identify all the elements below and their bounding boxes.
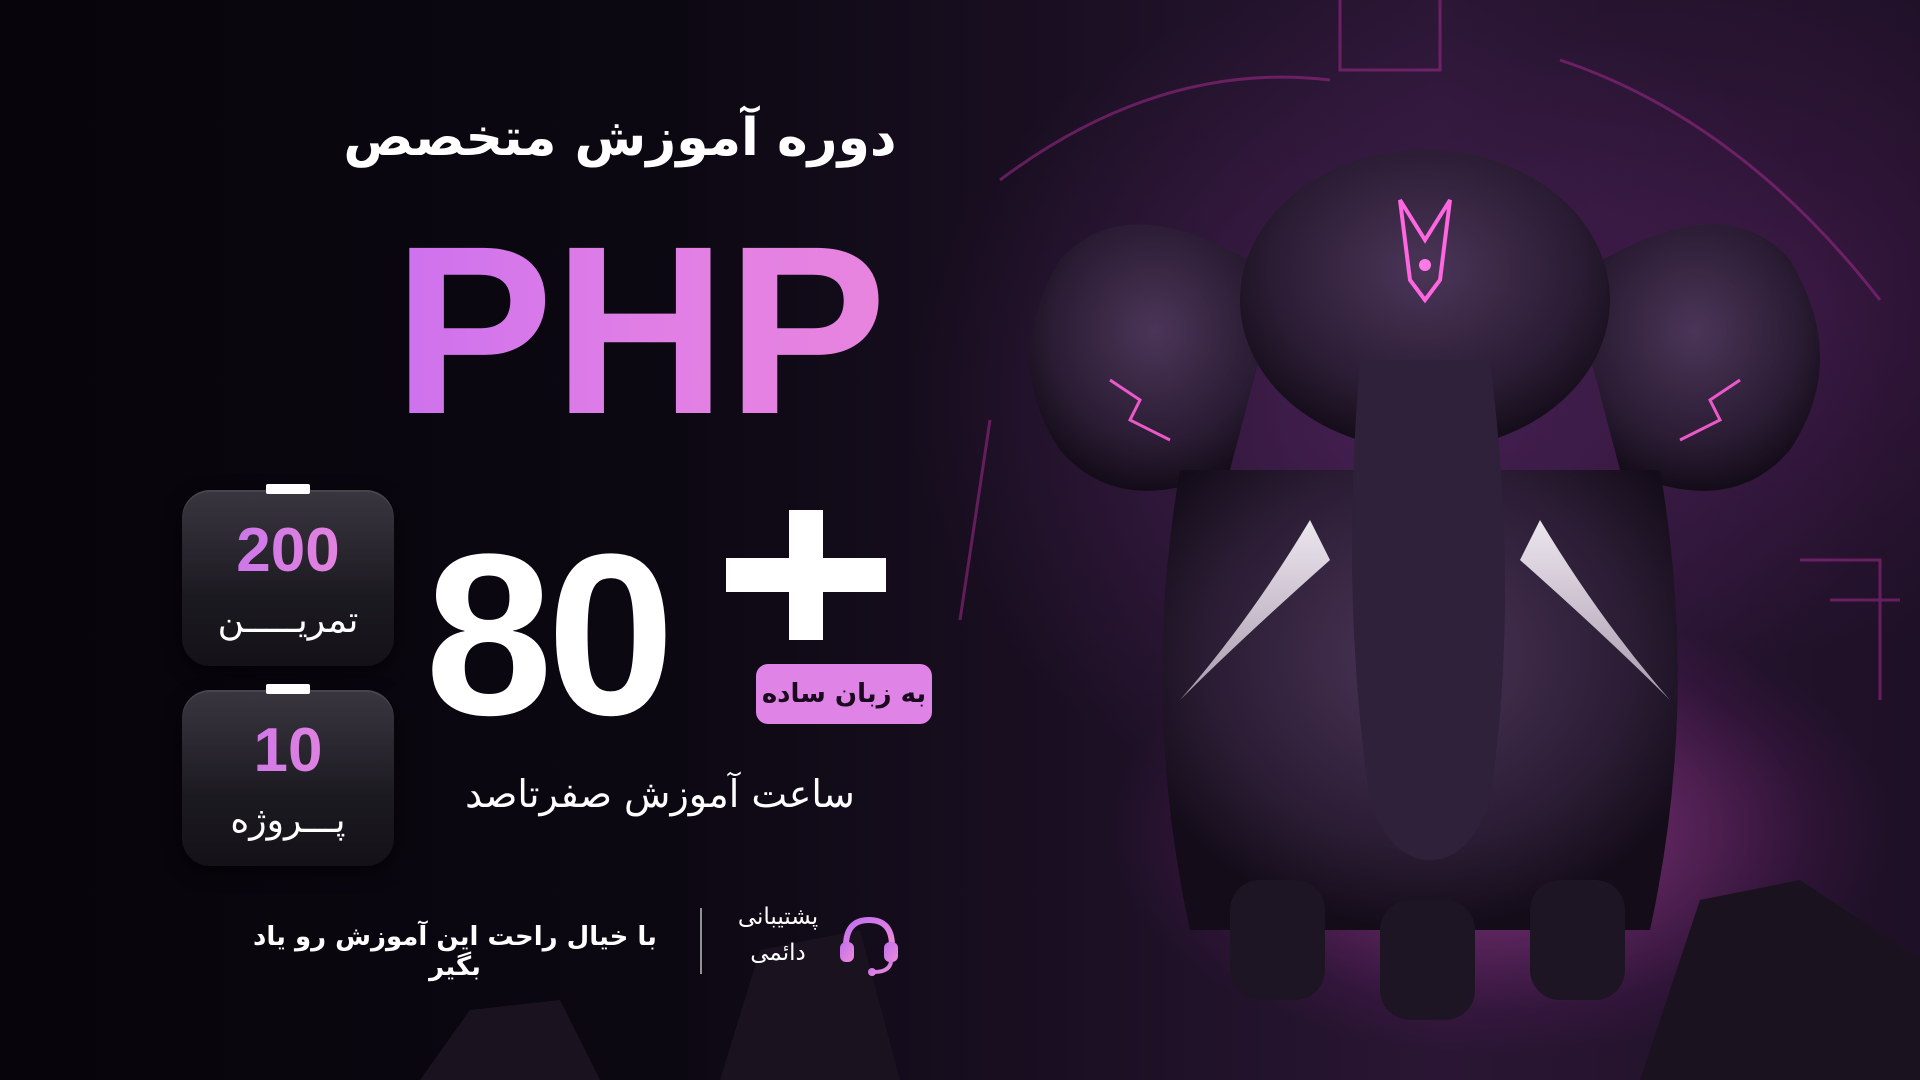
- php-heading: PHP: [330, 210, 950, 450]
- hours-number: 80: [425, 506, 675, 763]
- plus-icon: [726, 510, 886, 640]
- card-notch: [266, 484, 310, 494]
- card-notch: [266, 684, 310, 694]
- support-line-2: دائمی: [750, 939, 806, 966]
- support-label: پشتیبانی دائمی: [718, 900, 838, 971]
- footer-divider: [700, 908, 702, 974]
- exercises-count: 200: [182, 520, 394, 582]
- projects-stat-card: 10 پـــروژه: [182, 684, 394, 866]
- headset-icon: [840, 916, 898, 976]
- projects-count: 10: [182, 720, 394, 782]
- projects-label: پـــروژه: [230, 800, 346, 841]
- exercises-label: تمریـــــن: [217, 600, 359, 641]
- support-line-1: پشتیبانی: [737, 904, 819, 930]
- course-title: دوره آموزش متخصص: [343, 108, 897, 168]
- tagline: با خیال راحت این آموزش رو یاد بگیر: [253, 922, 657, 982]
- simple-language-badge: به زبان ساده: [756, 664, 932, 724]
- hours-caption: ساعت آموزش صفرتاصد: [465, 772, 855, 816]
- exercises-stat-card: 200 تمریـــــن: [182, 484, 394, 666]
